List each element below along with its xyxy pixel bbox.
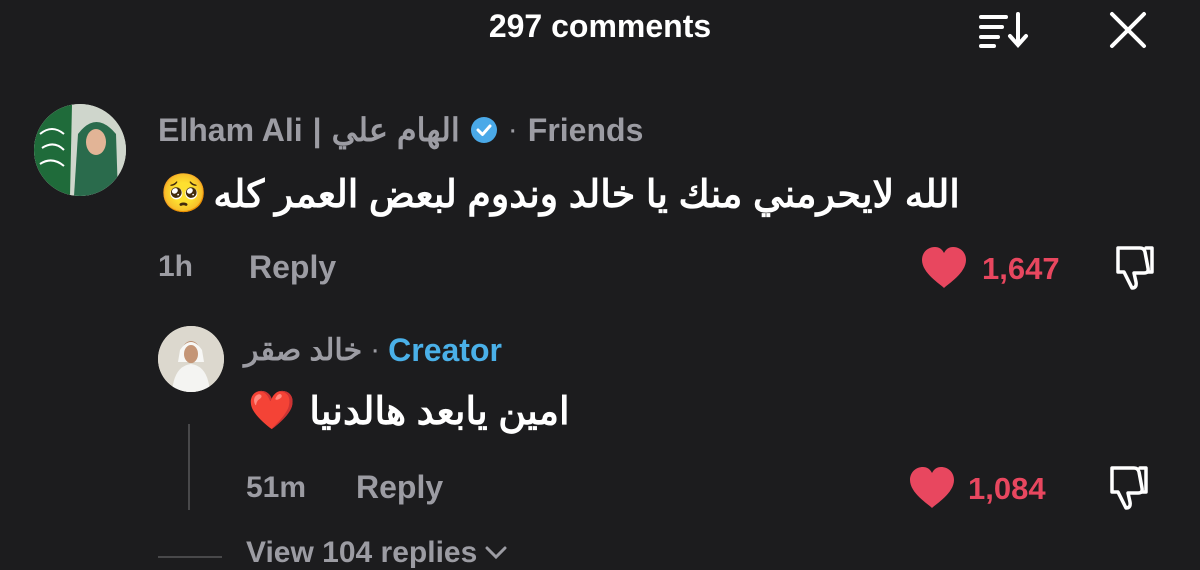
reply-reply-button[interactable]: Reply: [356, 469, 443, 506]
dislike-button[interactable]: [1108, 246, 1156, 295]
avatar-elham[interactable]: [34, 104, 126, 196]
like-count: 1,647: [982, 251, 1060, 286]
reply-like-button[interactable]: [908, 466, 956, 515]
comment-body: 🥺 الله لايحرمني منك يا خالد وندوم لبعض ا…: [160, 164, 960, 224]
heart-icon: [922, 247, 966, 288]
reply-author-name[interactable]: خالد صقر: [244, 333, 362, 368]
view-replies-line: [158, 556, 222, 558]
reply-emoji: ❤️: [248, 390, 296, 432]
friends-tag: Friends: [527, 111, 644, 148]
reply-like-count: 1,084: [968, 471, 1046, 506]
close-icon: [1110, 12, 1146, 48]
view-replies-label: View 104 replies: [246, 536, 478, 569]
comment-text: الله لايحرمني منك يا خالد وندوم لبعض الع…: [213, 173, 960, 216]
verified-icon: [470, 117, 497, 143]
sort-icon: [979, 12, 1028, 49]
avatar-image: [34, 104, 126, 196]
reply-text: امين يابعد هالدنيا: [309, 390, 570, 433]
author-name-ar[interactable]: الهام علي: [332, 111, 460, 149]
author-name-en[interactable]: Elham Ali: [158, 112, 303, 149]
reply-dislike-button[interactable]: [1102, 466, 1150, 515]
close-button[interactable]: [1108, 10, 1148, 50]
reply-author-row: خالد صقر · Creator: [244, 330, 502, 370]
avatar-image: [158, 326, 224, 392]
chevron-down-icon: [485, 546, 507, 560]
reply-button[interactable]: Reply: [249, 249, 336, 286]
thread-line: [188, 424, 190, 510]
author-separator: |: [312, 111, 322, 148]
like-button[interactable]: [920, 246, 968, 295]
comment-author-row: Elham Ali | الهام علي · Friends: [158, 108, 643, 152]
reply-time: 51m: [246, 471, 307, 504]
comment-time: 1h: [158, 250, 194, 283]
avatar-khaled[interactable]: [158, 326, 224, 392]
reply-body: ❤️ امين يابعد هالدنيا: [248, 384, 570, 438]
creator-tag: Creator: [388, 331, 502, 368]
dislike-icon: [1110, 466, 1148, 510]
heart-icon: [910, 467, 954, 508]
sort-button[interactable]: [978, 12, 1034, 49]
dislike-icon: [1116, 246, 1154, 290]
view-replies-button[interactable]: View 104 replies: [246, 536, 507, 570]
dot-separator: ·: [507, 113, 518, 146]
dot-separator: ·: [370, 333, 381, 366]
comment-emoji: 🥺: [160, 173, 208, 215]
